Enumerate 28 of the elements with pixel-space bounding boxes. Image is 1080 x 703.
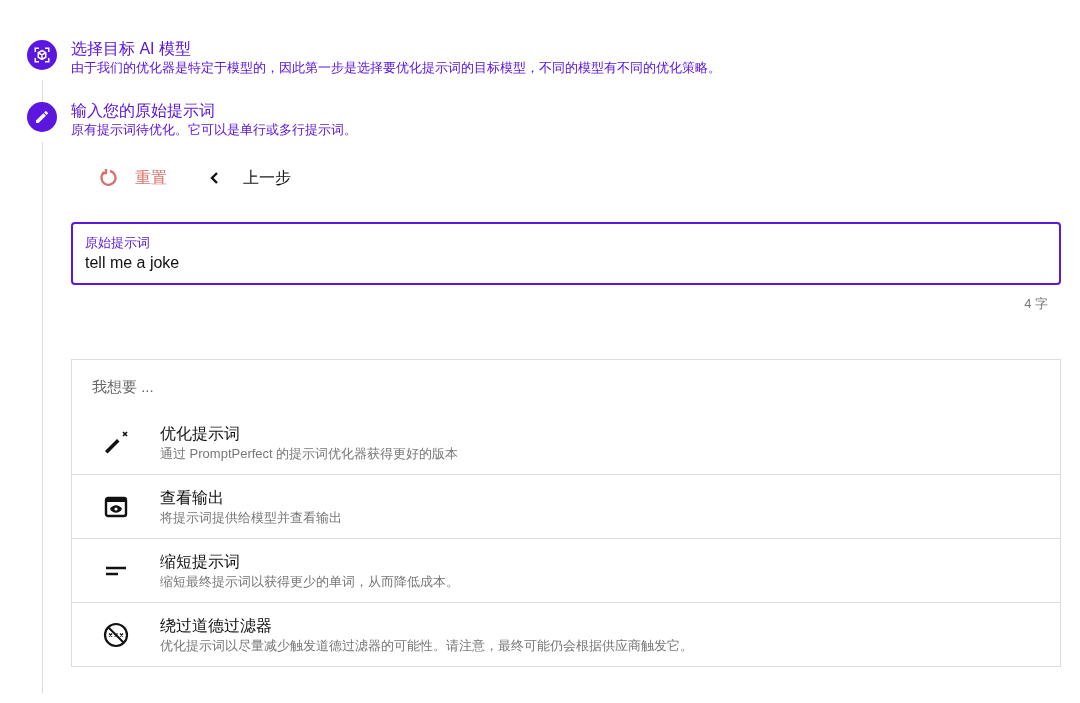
option-title: 缩短提示词 bbox=[160, 551, 241, 572]
option-title: 绕过道德过滤器 bbox=[160, 615, 273, 636]
character-count: 4 字 bbox=[1023, 295, 1048, 313]
field-value: tell me a joke bbox=[85, 254, 181, 272]
option-item[interactable]: 绕过道德过滤器 优化提示词以尽量减少触发道德过滤器的可能性。请注意，最终可能仍会根据供应商触发它。 bbox=[72, 603, 1060, 666]
menu-heading: 我想要 ... bbox=[91, 378, 155, 397]
option-description: 通过 PromptPerfect 的提示词优化器获得更好的版本 bbox=[160, 444, 459, 463]
blocked-xxx-icon bbox=[103, 621, 129, 648]
option-item[interactable]: 缩短提示词 缩短最终提示词以获得更少的单词，从而降低成本。 bbox=[72, 539, 1060, 603]
option-item[interactable]: 优化提示词 通过 PromptPerfect 的提示词优化器获得更好的版本 bbox=[72, 411, 1060, 475]
chevron-left-icon bbox=[209, 171, 221, 185]
back-button[interactable]: 上一步 bbox=[203, 160, 297, 196]
step-title: 选择目标 AI 模型 bbox=[71, 39, 192, 59]
option-title: 优化提示词 bbox=[160, 423, 241, 444]
step-description: 由于我们的优化器是特定于模型的，因此第一步是选择要优化提示词的目标模型，不同的模型有不同的优化策略。 bbox=[71, 59, 722, 76]
step-title: 输入您的原始提示词 bbox=[71, 101, 216, 121]
step-description: 原有提示词待优化。它可以是单行或多行提示词。 bbox=[71, 121, 358, 138]
option-description: 优化提示词以尽量减少触发道德过滤器的可能性。请注意，最终可能仍会根据供应商触发它。 bbox=[160, 636, 693, 655]
cube-icon bbox=[27, 40, 57, 70]
option-title: 查看输出 bbox=[160, 487, 225, 508]
option-description: 缩短最终提示词以获得更少的单词，从而降低成本。 bbox=[160, 572, 459, 591]
pencil-icon bbox=[27, 102, 57, 132]
option-description: 将提示词提供给模型并查看输出 bbox=[160, 508, 342, 527]
prompt-field[interactable]: 原始提示词 tell me a joke bbox=[71, 222, 1061, 285]
short-text-icon bbox=[105, 565, 127, 576]
eye-window-icon bbox=[104, 494, 128, 519]
field-label: 原始提示词 bbox=[85, 234, 151, 252]
option-item[interactable]: 查看输出 将提示词提供给模型并查看输出 bbox=[72, 475, 1060, 539]
